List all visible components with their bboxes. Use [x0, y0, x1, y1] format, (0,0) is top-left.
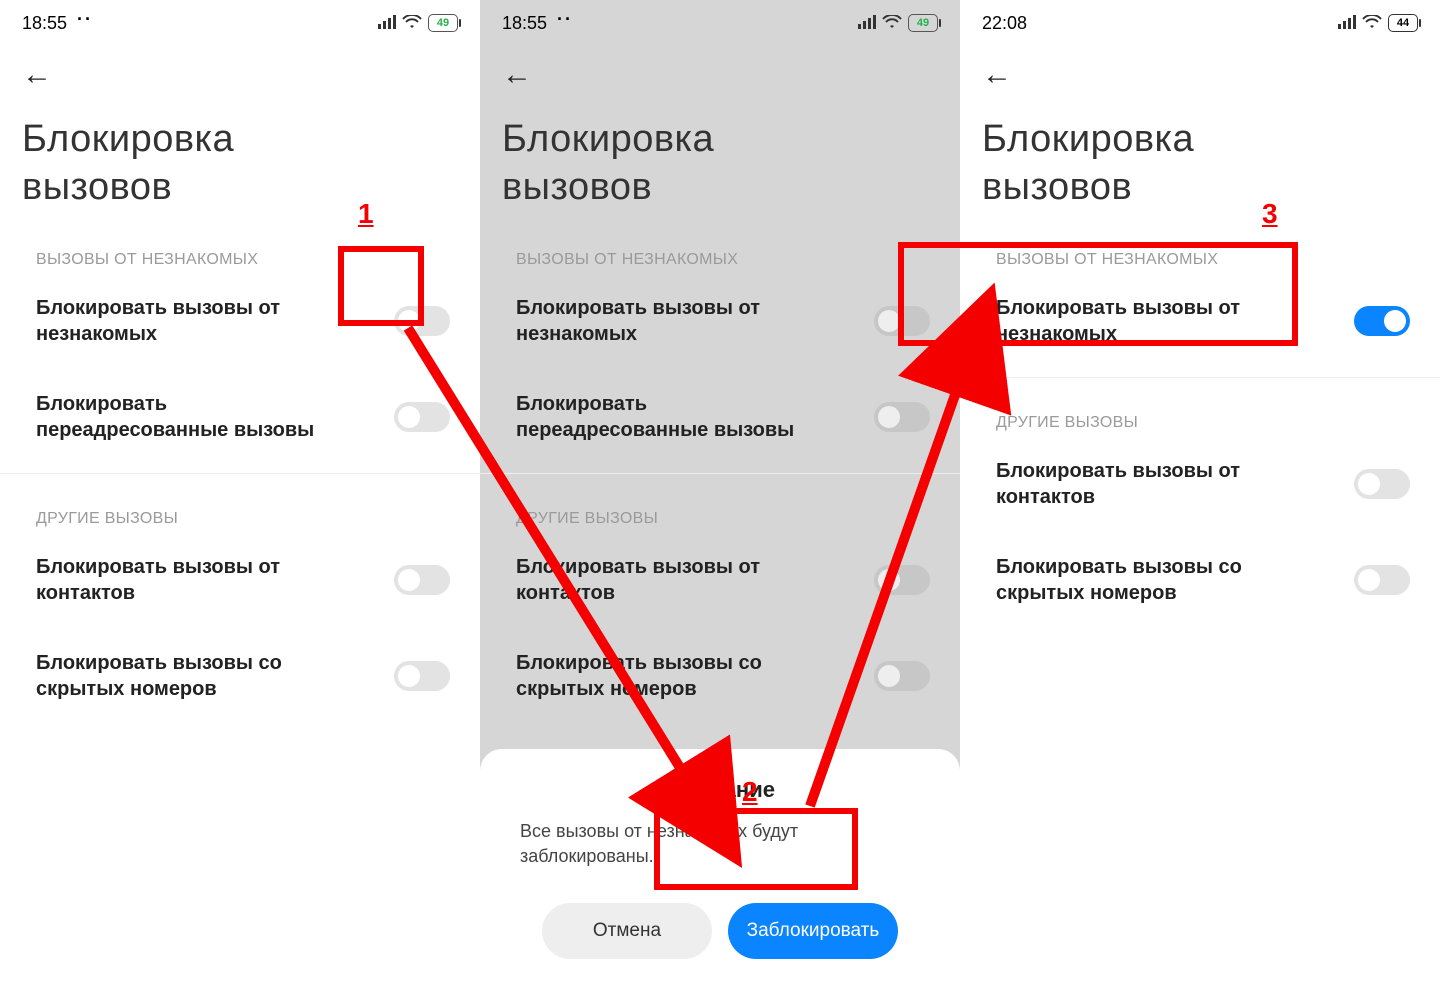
divider	[960, 377, 1440, 378]
section-header-other: ДРУГИЕ ВЫЗОВЫ	[480, 476, 960, 532]
toggle-block-hidden[interactable]	[1354, 565, 1410, 595]
page-title: Блокировкавызовов	[960, 98, 1440, 217]
screen-3: 22:08 44 ← Блокировкавызовов ВЫЗОВЫ ОТ Н…	[960, 0, 1440, 999]
row-label: Блокировать вызовы от контактов	[516, 554, 816, 606]
page-title: Блокировкавызовов	[480, 98, 960, 217]
toggle-block-strangers[interactable]	[874, 306, 930, 336]
status-time: 22:08	[982, 13, 1027, 34]
signal-icon	[1338, 13, 1356, 34]
row-block-hidden[interactable]: Блокировать вызовы со скрытых номеров	[480, 628, 960, 724]
status-time: 18:55	[502, 13, 547, 34]
section-header-other: ДРУГИЕ ВЫЗОВЫ	[0, 476, 480, 532]
status-bar: 22:08 44	[960, 0, 1440, 40]
toggle-block-hidden[interactable]	[874, 661, 930, 691]
wifi-icon	[882, 13, 902, 34]
row-label: Блокировать вызовы со скрытых номеров	[996, 554, 1296, 606]
divider	[0, 473, 480, 474]
row-label: Блокировать вызовы со скрытых номеров	[516, 650, 816, 702]
toggle-block-contacts[interactable]	[394, 565, 450, 595]
section-header-strangers: ВЫЗОВЫ ОТ НЕЗНАКОМЫХ	[480, 217, 960, 273]
status-dots: ··	[77, 9, 93, 30]
cancel-button[interactable]: Отмена	[542, 903, 712, 959]
toggle-block-strangers[interactable]	[1354, 306, 1410, 336]
wifi-icon	[402, 13, 422, 34]
wifi-icon	[1362, 13, 1382, 34]
battery-icon: 49	[908, 14, 938, 32]
row-block-contacts[interactable]: Блокировать вызовы от контактов	[0, 532, 480, 628]
battery-icon: 44	[1388, 14, 1418, 32]
confirm-button[interactable]: Заблокировать	[728, 903, 898, 959]
row-label: Блокировать переадресованные вызовы	[36, 391, 336, 443]
row-label: Блокировать переадресованные вызовы	[516, 391, 816, 443]
row-block-hidden[interactable]: Блокировать вызовы со скрытых номеров	[960, 532, 1440, 628]
row-label: Блокировать вызовы от незнакомых	[36, 295, 336, 347]
row-label: Блокировать вызовы от незнакомых	[996, 295, 1296, 347]
row-label: Блокировать вызовы от контактов	[36, 554, 336, 606]
row-block-forwarded[interactable]: Блокировать переадресованные вызовы	[480, 369, 960, 465]
toggle-block-forwarded[interactable]	[394, 402, 450, 432]
row-label: Блокировать вызовы от незнакомых	[516, 295, 816, 347]
row-block-strangers[interactable]: Блокировать вызовы от незнакомых	[480, 273, 960, 369]
row-block-hidden[interactable]: Блокировать вызовы со скрытых номеров	[0, 628, 480, 724]
back-icon[interactable]: ←	[502, 58, 532, 92]
back-icon[interactable]: ←	[22, 58, 52, 92]
screen-2: 18:55 ·· 49 ← Блокировкавызовов ВЫЗОВЫ О…	[480, 0, 960, 999]
battery-icon: 49	[428, 14, 458, 32]
row-label: Блокировать вызовы со скрытых номеров	[36, 650, 336, 702]
status-bar: 18:55 ·· 49	[0, 0, 480, 40]
section-header-strangers: ВЫЗОВЫ ОТ НЕЗНАКОМЫХ	[960, 217, 1440, 273]
status-time: 18:55	[22, 13, 67, 34]
sheet-title: Внимание	[500, 777, 940, 803]
toggle-block-contacts[interactable]	[874, 565, 930, 595]
sheet-text: Все вызовы от незнакомых будут заблокиро…	[500, 819, 940, 869]
status-dots: ··	[557, 9, 573, 30]
toggle-block-strangers[interactable]	[394, 306, 450, 336]
toggle-block-forwarded[interactable]	[874, 402, 930, 432]
row-block-strangers[interactable]: Блокировать вызовы от незнакомых	[960, 273, 1440, 369]
row-label: Блокировать вызовы от контактов	[996, 458, 1296, 510]
row-block-forwarded[interactable]: Блокировать переадресованные вызовы	[0, 369, 480, 465]
signal-icon	[378, 13, 396, 34]
status-bar: 18:55 ·· 49	[480, 0, 960, 40]
confirm-sheet: Внимание Все вызовы от незнакомых будут …	[480, 749, 960, 999]
row-block-contacts[interactable]: Блокировать вызовы от контактов	[960, 436, 1440, 532]
toggle-block-contacts[interactable]	[1354, 469, 1410, 499]
toggle-block-hidden[interactable]	[394, 661, 450, 691]
screen-1: 18:55 ·· 49 ← Блокировкавызовов ВЫЗОВЫ О…	[0, 0, 480, 999]
section-header-strangers: ВЫЗОВЫ ОТ НЕЗНАКОМЫХ	[0, 217, 480, 273]
section-header-other: ДРУГИЕ ВЫЗОВЫ	[960, 380, 1440, 436]
row-block-contacts[interactable]: Блокировать вызовы от контактов	[480, 532, 960, 628]
signal-icon	[858, 13, 876, 34]
divider	[480, 473, 960, 474]
row-block-strangers[interactable]: Блокировать вызовы от незнакомых	[0, 273, 480, 369]
page-title: Блокировкавызовов	[0, 98, 480, 217]
back-icon[interactable]: ←	[982, 58, 1012, 92]
